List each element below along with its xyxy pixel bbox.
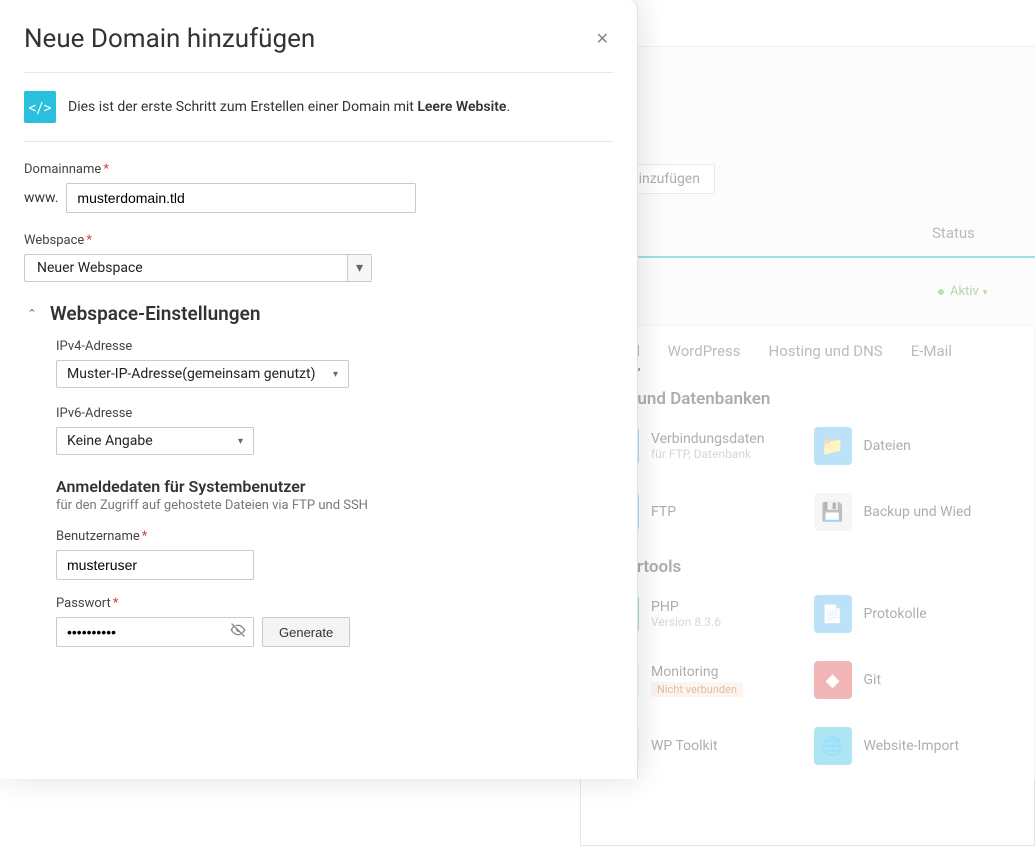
folder-icon: 📁 [814,427,852,465]
tab-email[interactable]: E-Mail [911,342,952,371]
tab-hosting-dns[interactable]: Hosting und DNS [769,342,883,371]
required-asterisk: * [142,529,148,544]
domain-tabs: board WordPress Hosting und DNS E-Mail [601,342,1014,371]
close-icon: ✕ [596,31,609,48]
item-sublabel: Version 8.3.6 [651,615,721,629]
item-website-import[interactable]: 🌐 Website-Import [814,727,1015,765]
code-icon: </> [24,91,56,123]
modal-title: Neue Domain hinzufügen [24,24,315,54]
tab-wordpress[interactable]: WordPress [668,342,741,371]
password-input[interactable] [56,617,254,647]
webspace-settings-title: Webspace-Einstellungen [50,302,260,325]
required-asterisk: * [113,596,119,611]
required-asterisk: * [86,233,92,248]
ipv4-label: IPv4-Adresse [56,339,613,354]
item-label: Verbindungsdaten [651,431,764,447]
domain-card: board WordPress Hosting und DNS E-Mail e… [580,325,1035,846]
section-devtools: icklertools [601,557,1014,577]
ipv4-value: Muster-IP-Adresse(gemeinsam genutzt) [67,366,315,382]
monitoring-badge: Nicht verbunden [651,682,743,697]
item-label: Backup und Wied [864,504,972,520]
globe-import-icon: 🌐 [814,727,852,765]
eye-off-icon [230,625,246,642]
chevron-down-icon: ▾ [347,255,371,281]
domainname-label: Domainname* [24,162,613,177]
item-label: Git [864,672,882,688]
chevron-down-icon: ▾ [333,369,338,380]
password-label: Passwort* [56,596,613,611]
status-column-header: Status [932,224,975,242]
webspace-settings-toggle[interactable]: ⌃ Webspace-Einstellungen [24,302,613,325]
system-user-creds-title: Anmeldedaten für Systembenutzer [56,477,613,496]
required-asterisk: * [103,162,109,177]
status-aktiv-dropdown[interactable]: Aktiv [938,284,987,299]
item-sublabel: für FTP, Datenbank [651,447,764,461]
hint-text: Dies ist der erste Schritt zum Erstellen… [68,99,510,115]
add-domain-modal: Neue Domain hinzufügen ✕ </> Dies ist de… [0,0,638,779]
item-label: Monitoring [651,664,743,680]
item-label: Protokolle [864,606,927,622]
logs-icon: 📄 [814,595,852,633]
username-label: Benutzername* [56,529,613,544]
webspace-label: Webspace* [24,233,613,248]
ipv6-select[interactable]: Keine Angabe ▾ [56,427,254,455]
item-label: PHP [651,599,721,615]
item-label: Dateien [864,438,911,454]
item-label: Website-Import [864,738,960,754]
chevron-down-icon: ▾ [238,436,243,447]
system-user-creds-sub: für den Zugriff auf gehostete Dateien vi… [56,498,613,513]
ipv6-label: IPv6-Adresse [56,406,613,421]
toggle-password-visibility[interactable] [230,622,246,642]
username-input[interactable] [56,550,254,580]
generate-password-button[interactable]: Generate [262,617,350,647]
ipv6-value: Keine Angabe [67,433,153,449]
git-icon: ◆ [814,661,852,699]
item-label: WP Toolkit [651,738,718,754]
item-git[interactable]: ◆ Git [814,661,1015,699]
webspace-select[interactable]: Neuer Webspace ▾ [24,254,372,282]
section-files-db: eien und Datenbanken [601,389,1014,409]
hint-row: </> Dies ist der erste Schritt zum Erste… [24,91,613,142]
item-label: FTP [651,504,676,520]
www-prefix: www. [24,190,58,206]
item-logs[interactable]: 📄 Protokolle [814,595,1015,633]
item-files[interactable]: 📁 Dateien [814,427,1015,465]
chevron-up-icon: ⌃ [24,307,40,320]
ipv4-select[interactable]: Muster-IP-Adresse(gemeinsam genutzt) ▾ [56,360,349,388]
webspace-value: Neuer Webspace [25,255,347,281]
item-backup[interactable]: 💾 Backup und Wied [814,493,1015,531]
close-button[interactable]: ✕ [592,25,613,53]
backup-icon: 💾 [814,493,852,531]
domainname-input[interactable] [66,183,416,213]
